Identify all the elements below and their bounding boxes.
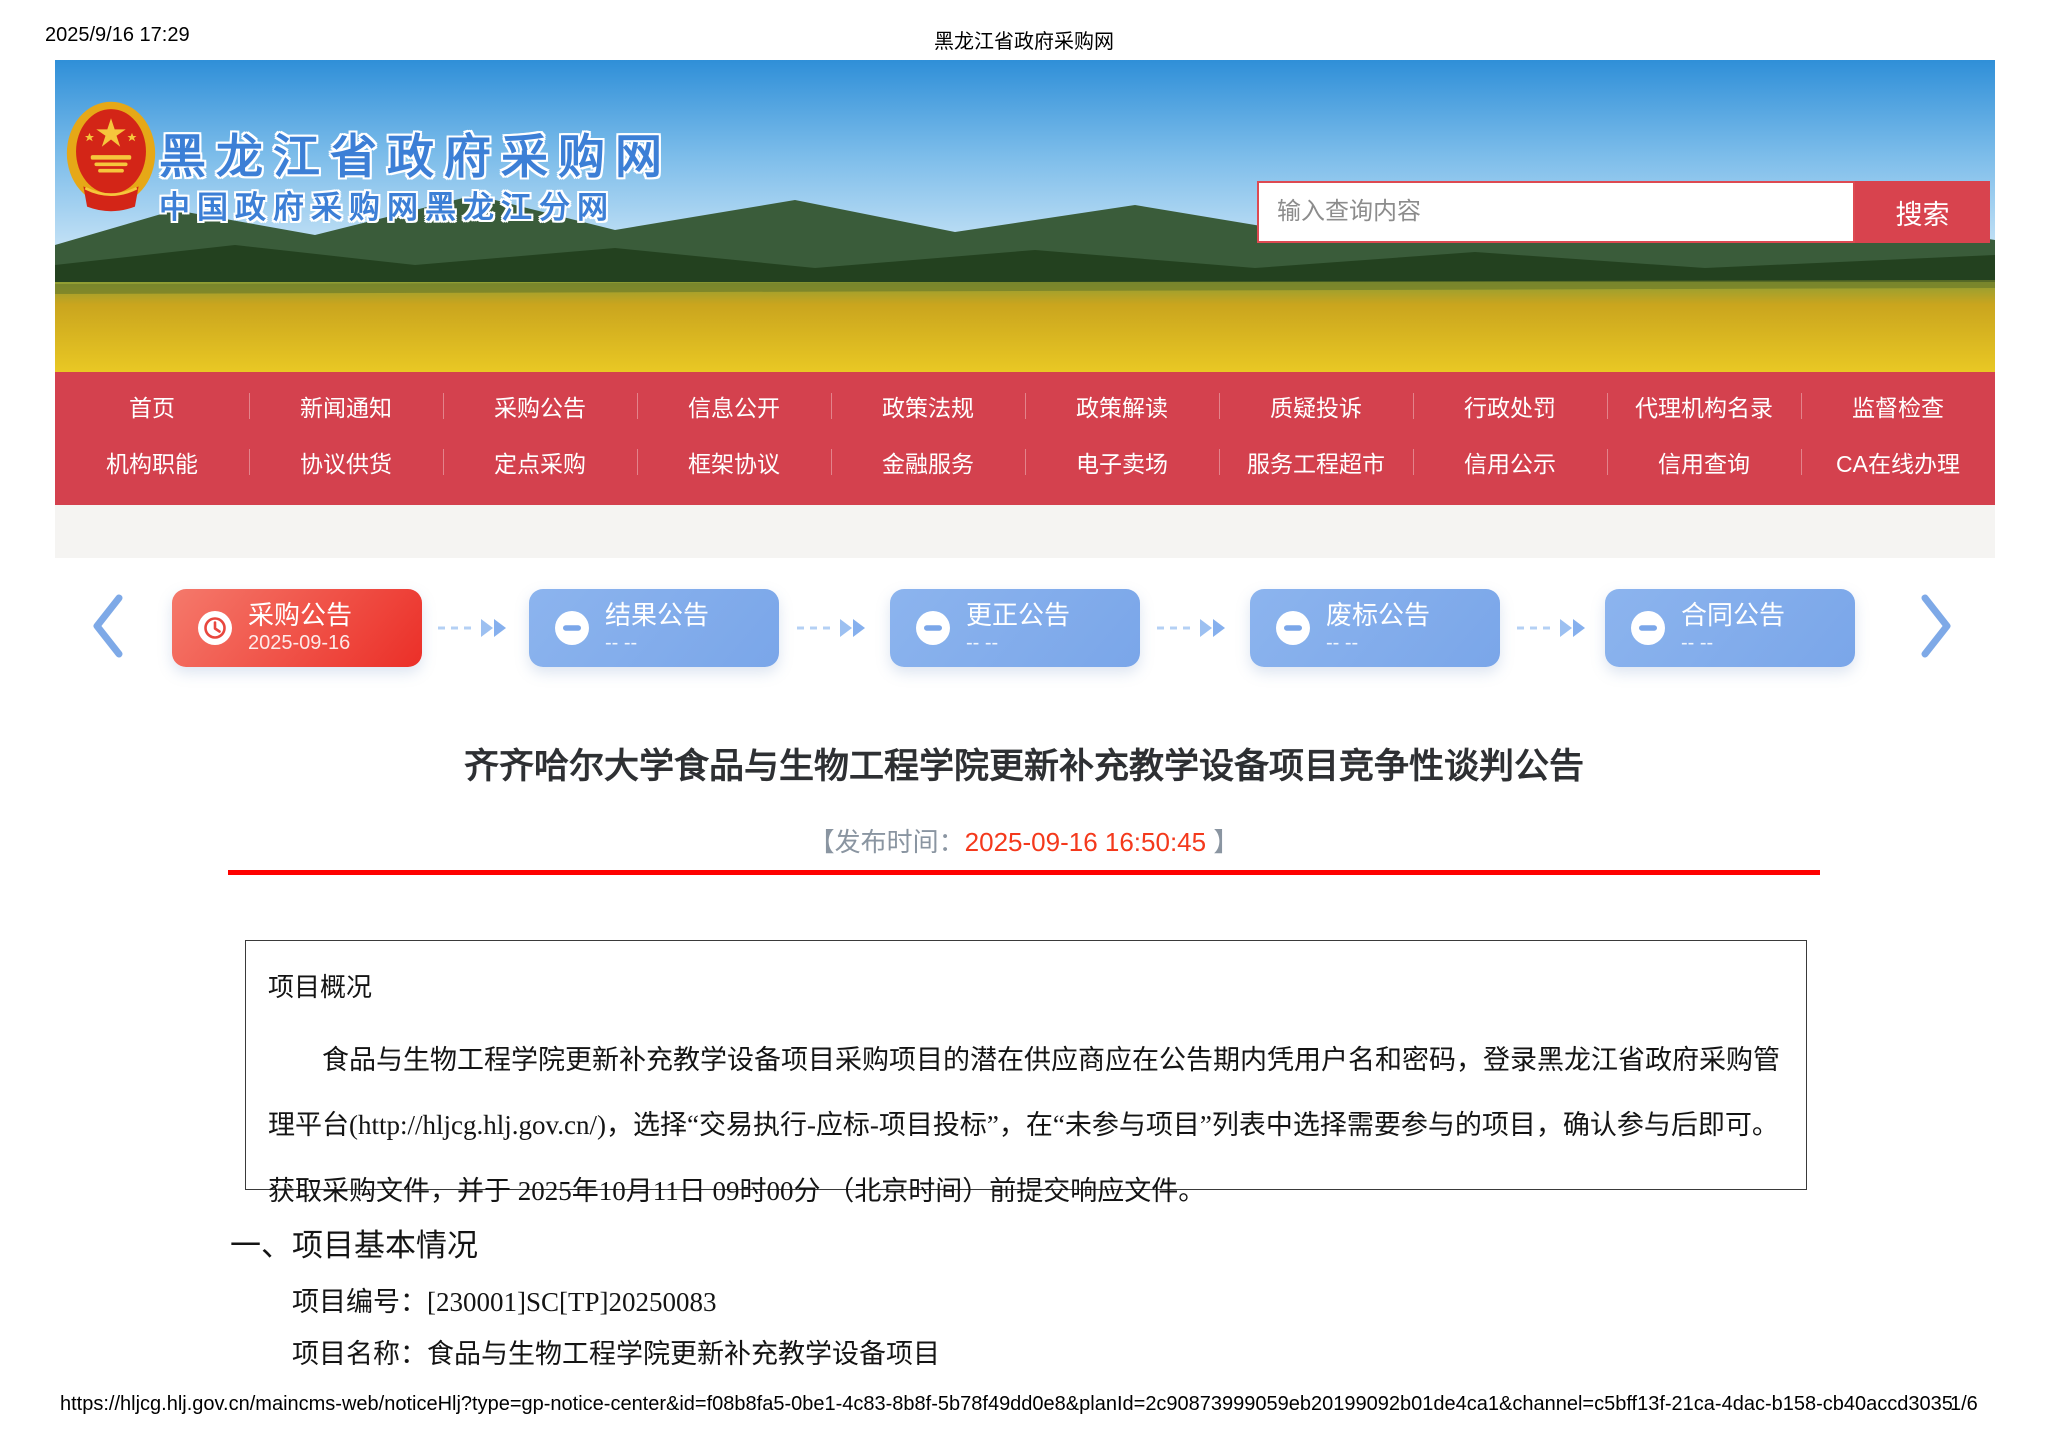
nav-item-financial-services[interactable]: 金融服务 [831,434,1025,490]
page: 2025/9/16 17:29 黑龙江省政府采购网 黑龙江省政府采购网 中国政府… [0,0,2048,1447]
publish-time-line: 【发布时间：2025-09-16 16:50:45 】 [0,822,2048,859]
minus-icon [1276,611,1310,645]
stage-cancellation-notice[interactable]: 废标公告 -- -- [1250,589,1500,667]
minus-icon [1631,611,1665,645]
stage-label: 更正公告 [966,599,1071,630]
stage-date: -- -- [966,632,999,655]
nav-item-e-marketplace[interactable]: 电子卖场 [1025,434,1219,490]
stage-correction-notice[interactable]: 更正公告 -- -- [890,589,1140,667]
stage-contract-notice[interactable]: 合同公告 -- -- [1605,589,1855,667]
minus-icon [916,611,950,645]
nav-item-home[interactable]: 首页 [55,378,249,434]
publish-time-prefix: 【发布时间： [808,827,965,857]
nav-item-procurement-notices[interactable]: 采购公告 [443,378,637,434]
nav-item-credit-inquiry[interactable]: 信用查询 [1607,434,1801,490]
nav-item-info-disclosure[interactable]: 信息公开 [637,378,831,434]
stage-date: 2025-09-16 [248,632,351,655]
notice-title: 齐齐哈尔大学食品与生物工程学院更新补充教学设备项目竞争性谈判公告 [463,747,1584,786]
nav-item-credit-publicity[interactable]: 信用公示 [1413,434,1607,490]
flow-arrow-icon [1157,619,1225,637]
nav-item-supervision[interactable]: 监督检查 [1801,378,1995,434]
clock-icon [198,611,232,645]
red-divider-rule [228,870,1820,875]
nav-item-policy-interpretation[interactable]: 政策解读 [1025,378,1219,434]
minus-icon [555,611,589,645]
project-overview-box: 项目概况 食品与生物工程学院更新补充教学设备项目采购项目的潜在供应商应在公告期内… [245,940,1807,1206]
stage-procurement-notice[interactable]: 采购公告 2025-09-16 [172,589,422,667]
nav-row-2: 机构职能 协议供货 定点采购 框架协议 金融服务 电子卖场 服务工程超市 信用公… [55,434,1995,490]
project-number-line: 项目编号：[230001]SC[TP]20250083 [292,1287,717,1317]
stage-date: -- -- [1326,632,1359,655]
stage-label: 合同公告 [1681,599,1786,630]
search-bar: 搜索 [1257,181,1990,243]
flow-arrow-icon [438,619,506,637]
nav-item-service-project-mart[interactable]: 服务工程超市 [1219,434,1413,490]
stage-date: -- -- [605,632,638,655]
nav-item-news[interactable]: 新闻通知 [249,378,443,434]
national-emblem-logo [66,101,156,212]
nav-row-1: 首页 新闻通知 采购公告 信息公开 政策法规 政策解读 质疑投诉 行政处罚 代理… [55,378,1995,434]
flow-arrow-icon [797,619,865,637]
nav-item-ca-online[interactable]: CA在线办理 [1801,434,1995,490]
section-1-heading: 一、项目基本情况 [230,1228,478,1263]
nav-item-fixed-point-procurement[interactable]: 定点采购 [443,434,637,490]
publish-time-value: 2025-09-16 16:50:45 [964,827,1207,857]
nav-item-policies[interactable]: 政策法规 [831,378,1025,434]
nav-item-org-functions[interactable]: 机构职能 [55,434,249,490]
nav-item-admin-penalties[interactable]: 行政处罚 [1413,378,1607,434]
search-button[interactable]: 搜索 [1855,181,1990,243]
notice-stage-flow: 采购公告 2025-09-16 结果公告 -- -- 更正公告 -- -- 废标… [55,585,1995,670]
nav-item-framework-agreement[interactable]: 框架协议 [637,434,831,490]
print-source-url: https://hljcg.hlj.gov.cn/maincms-web/not… [60,1393,1953,1415]
project-overview-heading: 项目概况 [268,973,373,1002]
project-name-line: 项目名称：食品与生物工程学院更新补充教学设备项目 [292,1339,940,1369]
stage-date: -- -- [1681,632,1714,655]
site-banner: 黑龙江省政府采购网 中国政府采购网黑龙江分网 搜索 [55,60,1995,372]
flow-next-chevron-icon[interactable] [1917,593,1957,659]
stage-result-notice[interactable]: 结果公告 -- -- [529,589,779,667]
print-page-number: 1/6 [1950,1393,1978,1415]
nav-item-complaints[interactable]: 质疑投诉 [1219,378,1413,434]
stage-label: 采购公告 [248,599,353,630]
nav-lower-band [55,505,1995,558]
main-nav: 首页 新闻通知 采购公告 信息公开 政策法规 政策解读 质疑投诉 行政处罚 代理… [55,372,1995,505]
project-overview-text: 食品与生物工程学院更新补充教学设备项目采购项目的潜在供应商应在公告期内凭用户名和… [268,1045,1780,1206]
stage-label: 结果公告 [605,599,710,630]
nav-item-agency-directory[interactable]: 代理机构名录 [1607,378,1801,434]
site-title: 黑龙江省政府采购网 [159,130,672,183]
nav-item-agreement-supply[interactable]: 协议供货 [249,434,443,490]
print-doc-title: 黑龙江省政府采购网 [934,31,1114,53]
flow-prev-chevron-icon[interactable] [87,593,127,659]
search-input[interactable] [1257,181,1855,243]
publish-time-suffix: 】 [1206,827,1240,857]
stage-label: 废标公告 [1326,599,1431,630]
flow-arrow-icon [1517,619,1585,637]
site-subtitle: 中国政府采购网黑龙江分网 [159,190,615,225]
